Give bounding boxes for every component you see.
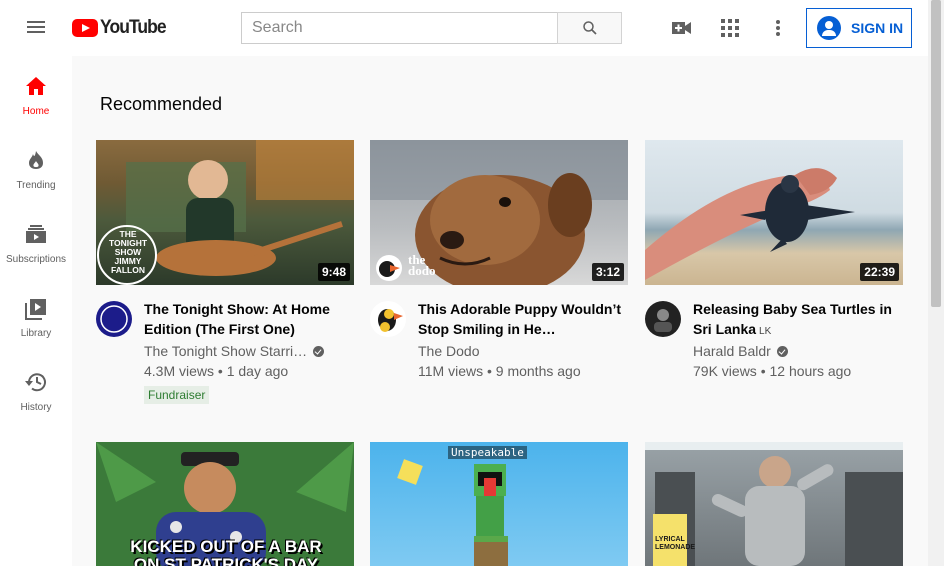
logo-text: YouTube (100, 17, 167, 38)
channel-avatar[interactable] (96, 301, 132, 337)
video-card[interactable]: 22:39 Releasing Baby Sea Turtles in Sri … (645, 140, 903, 405)
account-icon (817, 16, 841, 40)
apps-grid-icon (721, 19, 739, 37)
video-thumbnail[interactable]: 22:39 (645, 140, 903, 285)
video-thumbnail[interactable]: KICKED OUT OF A BAR ON ST PATRICK'S DAY (96, 442, 354, 566)
video-thumbnail[interactable]: Unspeakable (370, 442, 628, 566)
flame-icon (29, 151, 43, 169)
youtube-logo[interactable]: YouTube (72, 17, 171, 39)
search-input[interactable]: Search (241, 12, 558, 44)
video-thumbnail[interactable]: THE TONIGHT SHOW JIMMY FALLON 9:48 (96, 140, 354, 285)
channel-name-text: The Dodo (418, 343, 480, 359)
menu-icon[interactable] (24, 18, 48, 38)
video-card[interactable]: THE TONIGHT SHOW JIMMY FALLON 9:48 The T… (96, 140, 354, 405)
sign-in-button[interactable]: SIGN IN (806, 8, 912, 48)
channel-name-text: The Tonight Show Starri… (144, 343, 308, 359)
video-title[interactable]: This Adorable Puppy Wouldn’t Stop Smilin… (418, 299, 628, 339)
guide-label: Home (22, 106, 50, 117)
guide-item-history[interactable]: History (0, 352, 72, 426)
library-icon (25, 299, 46, 320)
video-title[interactable]: Releasing Baby Sea Turtles in Sri Lanka L… (693, 299, 903, 339)
thumbnail-overlay-text: Unspeakable (448, 446, 527, 459)
video-card[interactable]: the dodo 3:12 This Adorable Puppy Wouldn… (370, 140, 628, 405)
more-vertical-icon (776, 20, 780, 36)
settings-menu-button[interactable] (766, 16, 790, 40)
scrollbar-thumb[interactable] (931, 0, 941, 307)
channel-name[interactable]: The Tonight Show Starri… (144, 343, 325, 359)
guide-label: Trending (16, 180, 56, 191)
video-title-text: Releasing Baby Sea Turtles in Sri Lanka (693, 301, 892, 337)
guide-label: Subscriptions (5, 254, 67, 265)
video-duration: 9:48 (317, 263, 350, 281)
sign-in-label: SIGN IN (851, 20, 904, 36)
channel-avatar[interactable] (645, 301, 681, 337)
channel-name[interactable]: Harald Baldr (693, 343, 788, 359)
masthead: YouTube Search SIGN IN (0, 0, 928, 56)
guide-item-subscriptions[interactable]: Subscriptions (0, 204, 72, 278)
channel-name-text: Harald Baldr (693, 343, 771, 359)
mini-guide: Home Trending Subscriptions Library Hist… (0, 56, 72, 566)
video-stats: 11M views • 9 months ago (418, 363, 581, 379)
thumbnail-overlay-text: KICKED OUT OF A BAR ON ST PATRICK'S DAY (130, 537, 322, 566)
thumbnail-overlay-text: THE TONIGHT SHOW JIMMY FALLON (108, 229, 148, 275)
guide-item-library[interactable]: Library (0, 278, 72, 352)
fundraiser-badge: Fundraiser (144, 386, 210, 404)
apps-button[interactable] (718, 16, 742, 40)
video-duration: 3:12 (591, 263, 624, 281)
section-title: Recommended (100, 94, 223, 114)
thumbnail-overlay-text: LYRICAL LEMONADE (655, 536, 696, 551)
channel-avatar[interactable] (370, 301, 406, 337)
guide-label: Library (20, 328, 52, 339)
video-thumbnail[interactable]: LYRICAL LEMONADE (645, 442, 903, 566)
verified-icon (313, 346, 325, 357)
video-camera-plus-icon (672, 22, 691, 34)
history-icon (25, 373, 46, 392)
thumbnail-overlay-text: the dodo (408, 252, 436, 278)
channel-name[interactable]: The Dodo (418, 343, 479, 359)
guide-item-home[interactable]: Home (0, 56, 72, 130)
verified-icon (776, 346, 788, 357)
video-card[interactable]: KICKED OUT OF A BAR ON ST PATRICK'S DAY (96, 442, 354, 566)
video-card[interactable]: Unspeakable (370, 442, 628, 566)
video-title[interactable]: The Tonight Show: At Home Edition (The F… (144, 299, 354, 339)
thumbnail-art (397, 459, 508, 566)
video-duration: 22:39 (860, 263, 899, 281)
video-thumbnail[interactable]: the dodo 3:12 (370, 140, 628, 285)
subscriptions-icon (26, 225, 46, 243)
video-stats: 4.3M views • 1 day ago (144, 363, 289, 379)
home-icon (26, 77, 46, 95)
search-button[interactable] (557, 12, 622, 44)
guide-label: History (20, 402, 52, 413)
play-logo-icon (72, 19, 98, 37)
video-card[interactable]: LYRICAL LEMONADE (645, 442, 903, 566)
create-video-button[interactable] (670, 16, 694, 40)
video-stats: 79K views • 12 hours ago (693, 363, 852, 379)
guide-item-trending[interactable]: Trending (0, 130, 72, 204)
search-icon (582, 21, 597, 35)
country-tag: LK (759, 326, 772, 337)
